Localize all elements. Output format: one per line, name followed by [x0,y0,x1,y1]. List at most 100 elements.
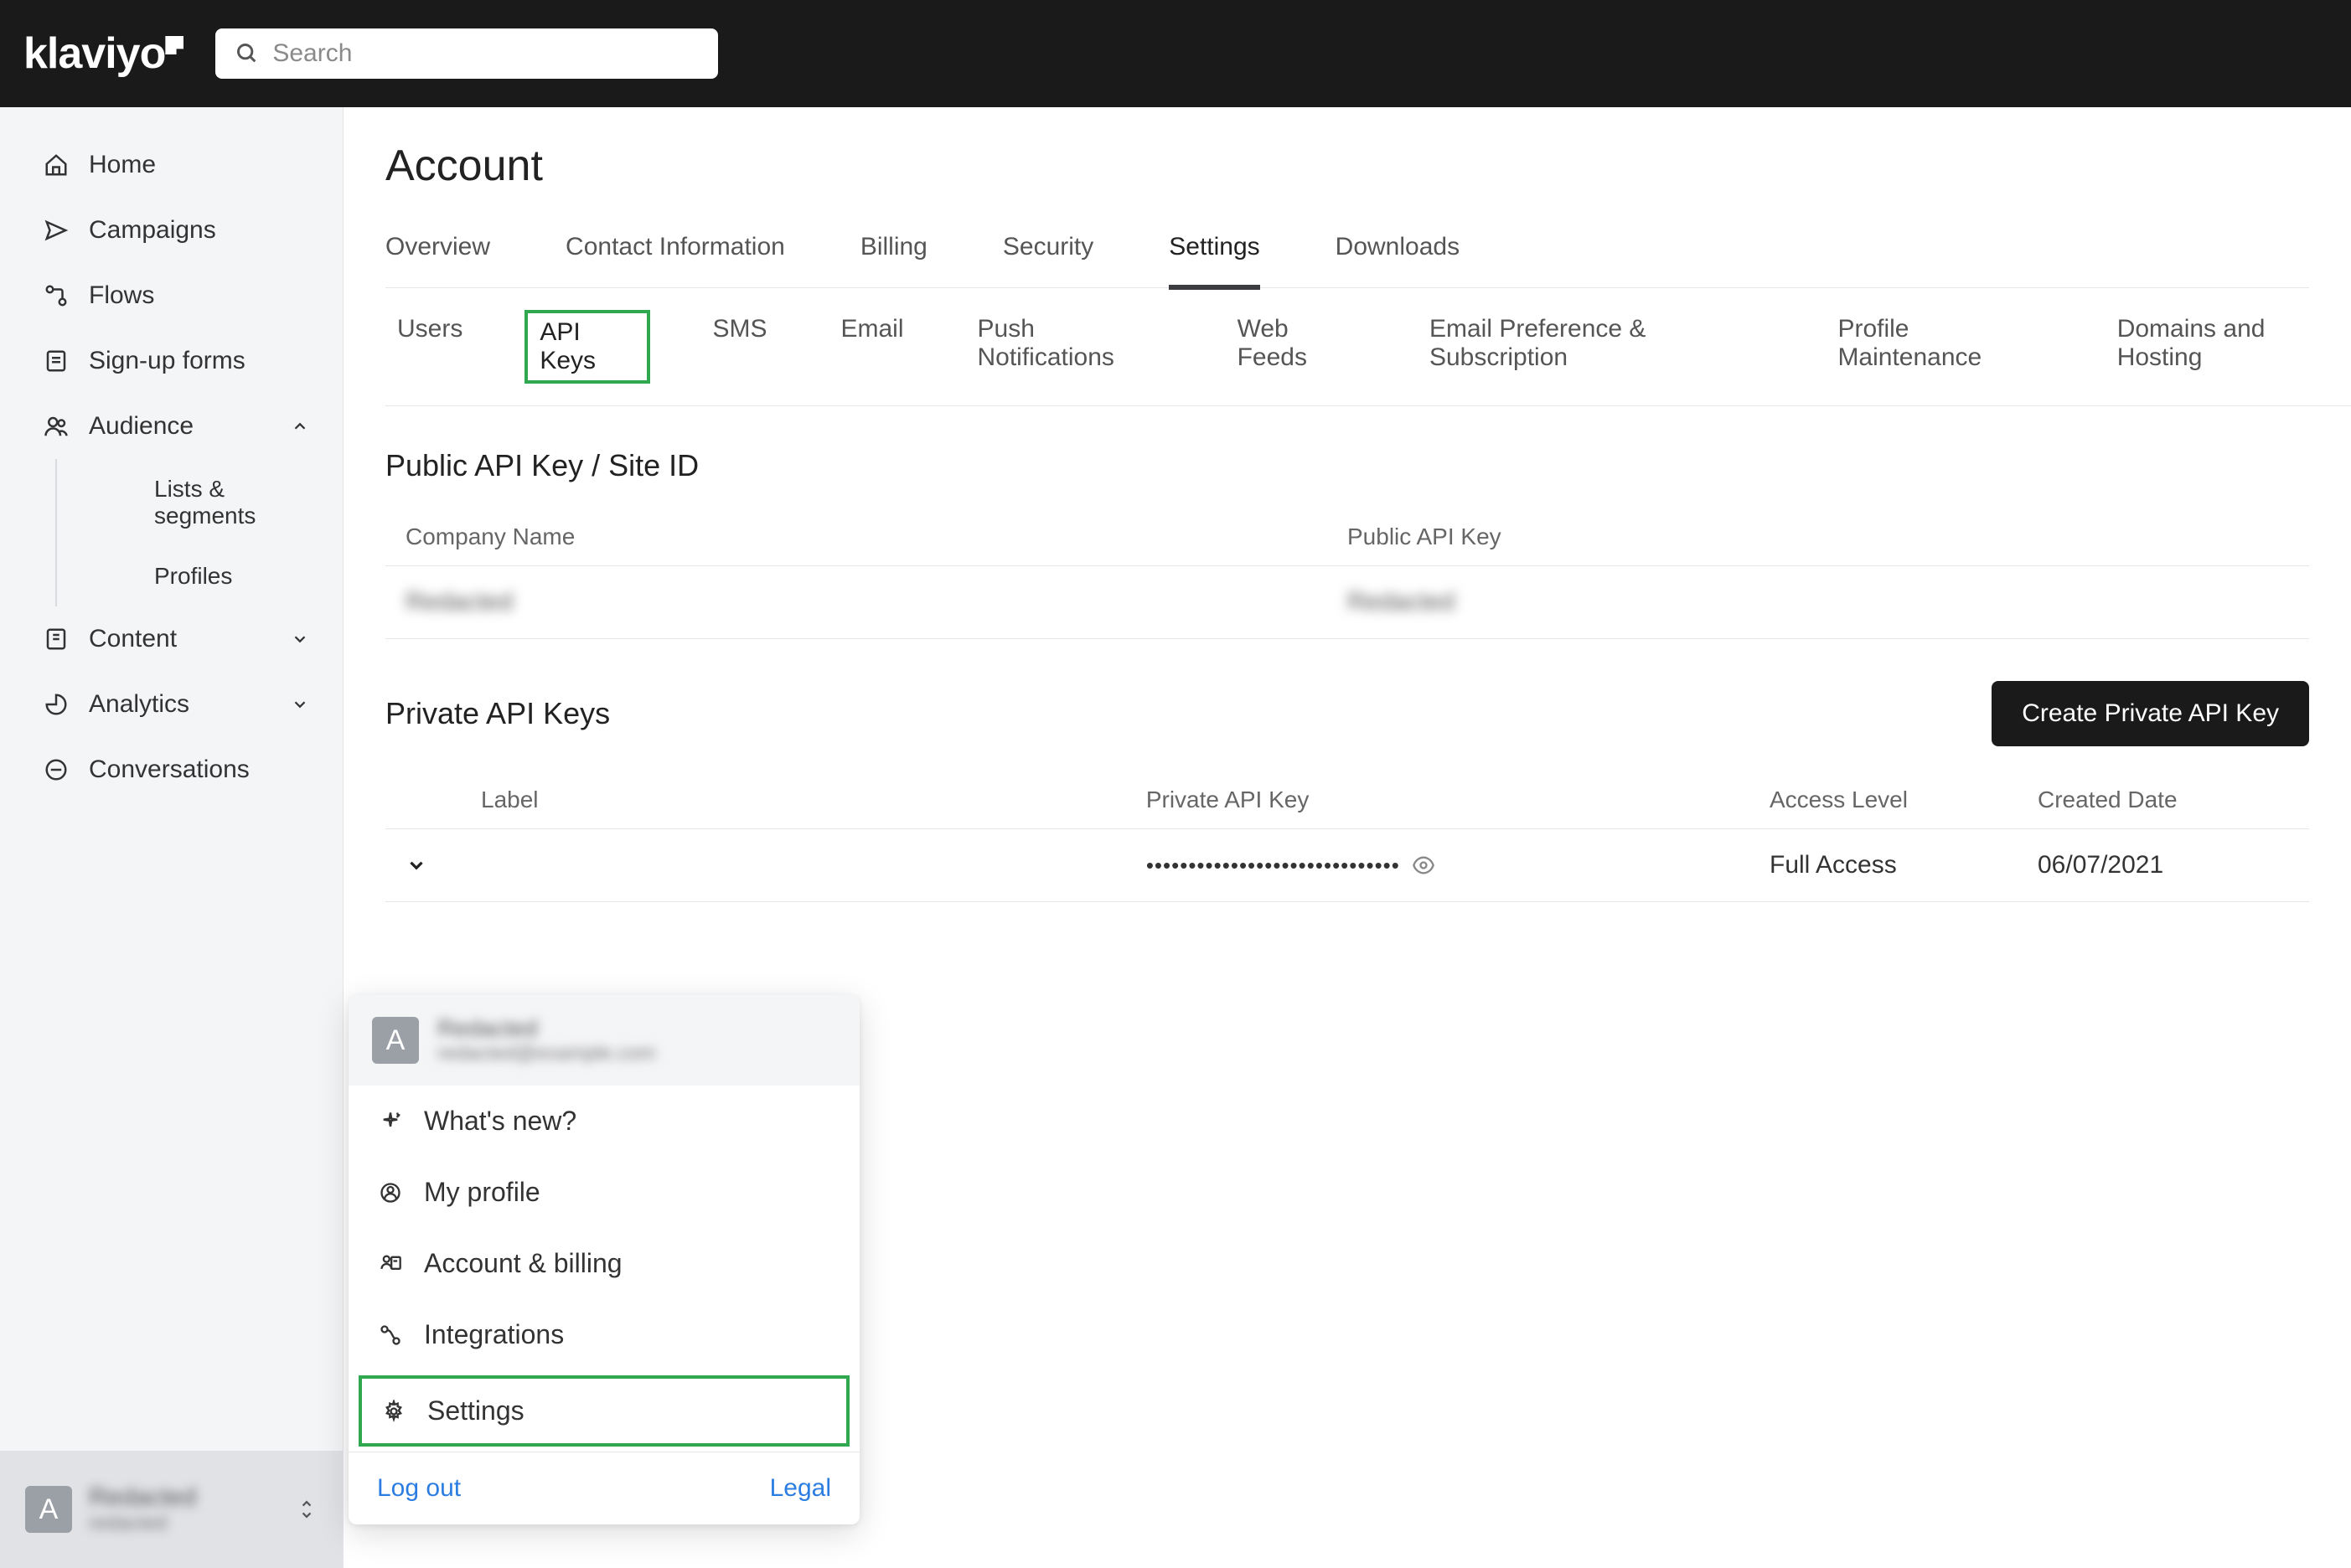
popover-item-whats-new[interactable]: What's new? [349,1086,860,1157]
column-public-api-key: Public API Key [1347,524,2289,550]
popover-item-label: Account & billing [424,1248,623,1279]
chevron-down-icon [291,695,309,714]
integrations-icon [377,1322,404,1349]
sidebar-item-analytics[interactable]: Analytics [0,672,343,737]
popover-item-my-profile[interactable]: My profile [349,1157,860,1228]
sidebar-footer-sub: redacted [89,1512,281,1535]
create-private-api-key-button[interactable]: Create Private API Key [1992,681,2309,746]
sparkle-icon [377,1108,404,1135]
column-expand [406,787,481,813]
subtab-domains-hosting[interactable]: Domains and Hosting [2106,310,2351,384]
subtab-push-notifications[interactable]: Push Notifications [966,310,1176,384]
popover-item-label: Integrations [424,1319,564,1350]
sidebar-item-label: Analytics [89,690,189,719]
send-icon [44,218,69,243]
subtab-sms[interactable]: SMS [700,310,778,384]
topbar: klaviyo [0,0,2351,107]
profile-icon [377,1179,404,1206]
sidebar-item-flows[interactable]: Flows [0,263,343,328]
tab-downloads[interactable]: Downloads [1336,216,1460,290]
sidebar-sub-audience: Lists & segments Profiles [55,459,343,606]
subtab-email[interactable]: Email [829,310,915,384]
popover-item-label: Settings [427,1395,524,1426]
tab-billing[interactable]: Billing [860,216,927,290]
brand-text: klaviyo [23,28,165,79]
legal-link[interactable]: Legal [770,1474,831,1503]
cell-company-name: Redacted [406,588,1347,616]
avatar: A [372,1017,419,1064]
tabs-secondary: Users API Keys SMS Email Push Notificati… [385,288,2351,406]
sidebar-item-label: Sign-up forms [89,347,245,375]
sidebar-item-campaigns[interactable]: Campaigns [0,198,343,263]
cell-access-level: Full Access [1770,851,2038,879]
gear-icon [380,1398,407,1425]
sidebar-item-conversations[interactable]: Conversations [0,737,343,802]
sidebar-footer[interactable]: A Redacted redacted [0,1451,343,1568]
popover-footer: Log out Legal [349,1452,860,1524]
subtab-api-keys[interactable]: API Keys [524,310,650,384]
content-icon [44,627,69,652]
chevron-up-icon [291,417,309,436]
popover-user-email: redacted@example.com [437,1042,655,1065]
search-box[interactable] [215,28,718,79]
flows-icon [44,283,69,308]
column-company-name: Company Name [406,524,1347,550]
table-header-row: Label Private API Key Access Level Creat… [385,771,2309,829]
sidebar-item-label: Audience [89,412,194,441]
billing-icon [377,1251,404,1277]
logout-link[interactable]: Log out [377,1474,461,1503]
tab-overview[interactable]: Overview [385,216,490,290]
tab-contact-information[interactable]: Contact Information [566,216,785,290]
avatar: A [25,1486,72,1533]
row-expand-toggle[interactable] [406,854,481,876]
popover-user-info: Redacted redacted@example.com [437,1015,655,1065]
sidebar-item-label: Flows [89,281,154,310]
chevron-down-icon [291,630,309,648]
sidebar-item-home[interactable]: Home [0,132,343,198]
column-created-date: Created Date [2038,787,2289,813]
sidebar-item-label: Conversations [89,756,250,784]
sidebar: Home Campaigns Flows Sign-up forms Audie… [0,107,344,1568]
reveal-key-icon[interactable] [1412,854,1435,877]
cell-created-date: 06/07/2021 [2038,851,2289,879]
table-row: Redacted Redacted [385,566,2309,639]
sidebar-item-profiles[interactable]: Profiles [132,546,343,606]
brand-flag-icon [165,36,183,54]
page-title: Account [385,141,2309,191]
column-label: Label [481,787,1146,813]
chevron-up-down-icon [297,1496,318,1523]
popover-item-label: My profile [424,1177,540,1208]
sidebar-footer-name: Redacted [89,1483,281,1512]
tab-security[interactable]: Security [1003,216,1093,290]
audience-icon [44,414,69,439]
conversations-icon [44,757,69,782]
sidebar-item-lists-segments[interactable]: Lists & segments [132,459,343,546]
brand-logo[interactable]: klaviyo [23,28,183,79]
public-api-section-title: Public API Key / Site ID [385,448,2309,483]
account-popover: A Redacted redacted@example.com What's n… [349,995,860,1524]
sidebar-item-content[interactable]: Content [0,606,343,672]
sidebar-item-label: Campaigns [89,216,216,245]
sidebar-item-label: Content [89,625,177,653]
table-row: •••••••••••••••••••••••••••••• Full Acce… [385,829,2309,902]
home-icon [44,152,69,178]
subtab-users[interactable]: Users [385,310,474,384]
tab-settings[interactable]: Settings [1169,216,1259,290]
popover-user-name: Redacted [437,1015,655,1042]
popover-item-label: What's new? [424,1106,576,1137]
sidebar-item-signup-forms[interactable]: Sign-up forms [0,328,343,394]
sidebar-item-audience[interactable]: Audience [0,394,343,459]
cell-public-api-key: Redacted [1347,588,2289,616]
subtab-email-preference[interactable]: Email Preference & Subscription [1418,310,1775,384]
form-icon [44,348,69,374]
subtab-profile-maintenance[interactable]: Profile Maintenance [1826,310,2054,384]
popover-item-settings[interactable]: Settings [359,1375,850,1447]
column-access-level: Access Level [1770,787,2038,813]
private-api-section-header: Private API Keys Create Private API Key [385,681,2309,746]
subtab-web-feeds[interactable]: Web Feeds [1226,310,1367,384]
search-input[interactable] [272,39,698,68]
masked-key: •••••••••••••••••••••••••••••• [1146,853,1400,879]
analytics-icon [44,692,69,717]
popover-item-account-billing[interactable]: Account & billing [349,1228,860,1299]
popover-item-integrations[interactable]: Integrations [349,1299,860,1370]
